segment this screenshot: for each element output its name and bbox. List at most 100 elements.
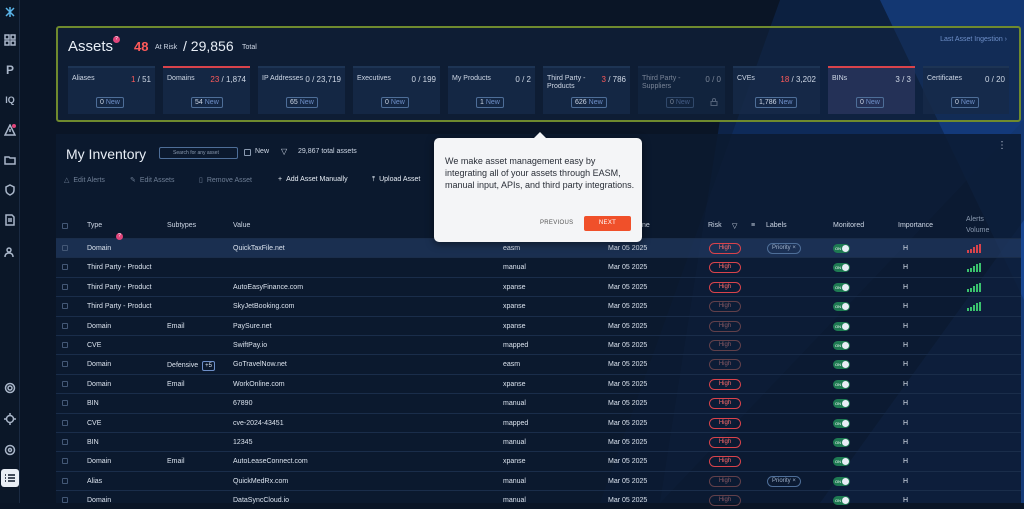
shield-icon[interactable]: [2, 182, 18, 198]
monitored-toggle[interactable]: ON: [833, 263, 850, 273]
cell-value[interactable]: QuickMedRx.com: [233, 478, 288, 485]
table-row[interactable]: CVE cve-2024-43451 mapped Mar 05 2025 High ON…: [56, 412, 1021, 432]
new-filter-checkbox[interactable]: [244, 149, 251, 156]
last-ingestion-link[interactable]: Last Asset Ingestion ›: [940, 36, 1007, 43]
help-badge[interactable]: ?: [113, 36, 120, 43]
risk-filter-icon[interactable]: ▽: [732, 222, 737, 230]
add-asset-manually-button[interactable]: + Add Asset Manually: [278, 176, 348, 183]
cell-value[interactable]: SkyJetBooking.com: [233, 303, 294, 310]
asset-card-executives[interactable]: Executives 0 / 199 0 New: [353, 66, 440, 114]
cell-value[interactable]: SwiftPay.io: [233, 342, 267, 349]
previous-button[interactable]: PREVIOUS: [540, 220, 573, 226]
row-checkbox[interactable]: [62, 380, 68, 387]
new-badge[interactable]: 626 New: [571, 97, 607, 108]
asset-card-third-party-products[interactable]: Third Party - Products 3 / 786 626 New: [543, 66, 630, 114]
asset-card-certificates[interactable]: Certificates 0 / 20 0 New: [923, 66, 1009, 114]
table-row[interactable]: Domain DataSyncCloud.io manual Mar 05 2025 H…: [56, 490, 1021, 509]
grid-icon[interactable]: [2, 32, 18, 48]
p-icon[interactable]: P: [2, 62, 18, 78]
monitored-toggle[interactable]: ON: [833, 341, 850, 350]
column-monitored[interactable]: Monitored: [833, 222, 864, 229]
table-row[interactable]: Domain Email AutoLeaseConnect.com xpanse Mar…: [56, 451, 1021, 470]
iq-icon[interactable]: IQ: [2, 92, 18, 108]
edit-alerts-button[interactable]: △ Edit Alerts: [64, 176, 105, 184]
asset-card-domains[interactable]: Domains 23 / 1,874 54 New: [163, 66, 250, 114]
row-checkbox[interactable]: [62, 283, 68, 290]
cell-value[interactable]: 12345: [233, 439, 252, 446]
column-labels[interactable]: Labels: [766, 222, 787, 229]
cell-value[interactable]: DataSyncCloud.io: [233, 497, 289, 504]
asset-card-my-products[interactable]: My Products 0 / 2 1 New: [448, 66, 535, 114]
new-badge[interactable]: 0 New: [951, 97, 979, 108]
new-badge[interactable]: 0 New: [856, 97, 884, 108]
row-checkbox[interactable]: [62, 458, 68, 465]
help-badge[interactable]: ?: [116, 233, 123, 240]
logo-icon[interactable]: [2, 4, 18, 20]
monitored-toggle[interactable]: ON: [833, 438, 850, 447]
cell-value[interactable]: AutoLeaseConnect.com: [233, 458, 308, 465]
table-row[interactable]: BIN 67890 manual Mar 05 2025 High ON H: [56, 393, 1021, 412]
monitored-toggle[interactable]: ON: [833, 244, 850, 253]
table-row[interactable]: Domain Email WorkOnline.com xpanse Mar 05 20…: [56, 373, 1021, 393]
column-date[interactable]: ne: [642, 222, 650, 229]
asset-card-bins[interactable]: BINs 3 / 3 0 New: [828, 66, 915, 114]
cell-value[interactable]: AutoEasyFinance.com: [233, 284, 303, 291]
column-type[interactable]: Type: [87, 222, 102, 229]
more-subtypes-chip[interactable]: +5: [202, 361, 215, 372]
new-badge[interactable]: 0 New: [96, 97, 124, 108]
monitored-toggle[interactable]: ON: [833, 321, 850, 331]
document-icon[interactable]: [2, 212, 18, 228]
column-alerts-volume[interactable]: Alerts Volume: [966, 214, 1006, 236]
column-value[interactable]: Value: [233, 222, 250, 229]
alert-icon[interactable]: [2, 122, 18, 138]
asset-card-ip-addresses[interactable]: IP Addresses 0 / 23,719 65 New: [258, 66, 345, 114]
row-checkbox[interactable]: [62, 245, 68, 251]
table-row[interactable]: Third Party - Product SkyJetBooking.com xp…: [56, 296, 1021, 315]
cell-value[interactable]: PaySure.net: [233, 323, 272, 330]
table-row[interactable]: Alias QuickMedRx.com manual Mar 05 2025 High…: [56, 470, 1021, 490]
cell-value[interactable]: 67890: [233, 400, 252, 407]
support-icon[interactable]: [2, 442, 18, 458]
more-options-icon[interactable]: ⋯: [996, 140, 1007, 150]
table-row[interactable]: BIN 12345 manual Mar 05 2025 High ON H: [56, 432, 1021, 451]
upload-asset-button[interactable]: ⤒ Upload Asset: [372, 176, 420, 184]
row-checkbox[interactable]: [62, 497, 68, 504]
list-icon[interactable]: [1, 469, 19, 487]
column-importance[interactable]: Importance: [898, 222, 933, 229]
monitored-toggle[interactable]: ON: [833, 418, 850, 428]
select-all-checkbox[interactable]: [62, 223, 68, 229]
new-badge[interactable]: 1,786 New: [755, 97, 797, 108]
settings-icon[interactable]: [2, 380, 18, 396]
monitored-toggle[interactable]: ON: [833, 496, 850, 506]
cell-value[interactable]: QuickTaxFile.net: [233, 245, 285, 252]
row-checkbox[interactable]: [62, 439, 68, 445]
folder-icon[interactable]: [2, 152, 18, 168]
new-badge[interactable]: 54 New: [191, 97, 223, 108]
monitored-toggle[interactable]: ON: [833, 399, 850, 409]
row-checkbox[interactable]: [62, 400, 68, 407]
asset-card-cves[interactable]: CVEs 18 / 3,202 1,786 New: [733, 66, 820, 114]
table-row[interactable]: Third Party - Product manual Mar 05 2025 Hi…: [56, 257, 1021, 276]
new-badge[interactable]: 1 New: [476, 97, 504, 108]
crosshair-icon[interactable]: [2, 411, 18, 427]
monitored-toggle[interactable]: ON: [833, 476, 850, 486]
monitored-toggle[interactable]: ON: [833, 457, 850, 467]
new-badge[interactable]: 0 New: [381, 97, 409, 108]
asset-card-aliases[interactable]: Aliases 1 / 51 0 New: [68, 66, 155, 114]
cell-value[interactable]: WorkOnline.com: [233, 381, 285, 388]
next-button[interactable]: NEXT: [584, 216, 631, 231]
row-checkbox[interactable]: [62, 303, 68, 310]
row-checkbox[interactable]: [62, 419, 68, 426]
table-row[interactable]: Third Party - Product AutoEasyFinance.com…: [56, 276, 1021, 296]
column-subtypes[interactable]: Subtypes: [167, 222, 196, 229]
cell-value[interactable]: cve-2024-43451: [233, 420, 284, 427]
table-row[interactable]: CVE SwiftPay.io mapped Mar 05 2025 High ON H: [56, 335, 1021, 354]
monitored-toggle[interactable]: ON: [833, 379, 850, 389]
row-checkbox[interactable]: [62, 264, 68, 271]
users-icon[interactable]: [2, 244, 18, 260]
new-badge[interactable]: 0 New: [666, 97, 694, 108]
row-checkbox[interactable]: [62, 342, 68, 348]
asset-card-third-party-suppliers[interactable]: Third Party - Suppliers 0 / 0 0 New: [638, 66, 725, 114]
monitored-toggle[interactable]: ON: [833, 302, 850, 312]
monitored-toggle[interactable]: ON: [833, 282, 850, 292]
